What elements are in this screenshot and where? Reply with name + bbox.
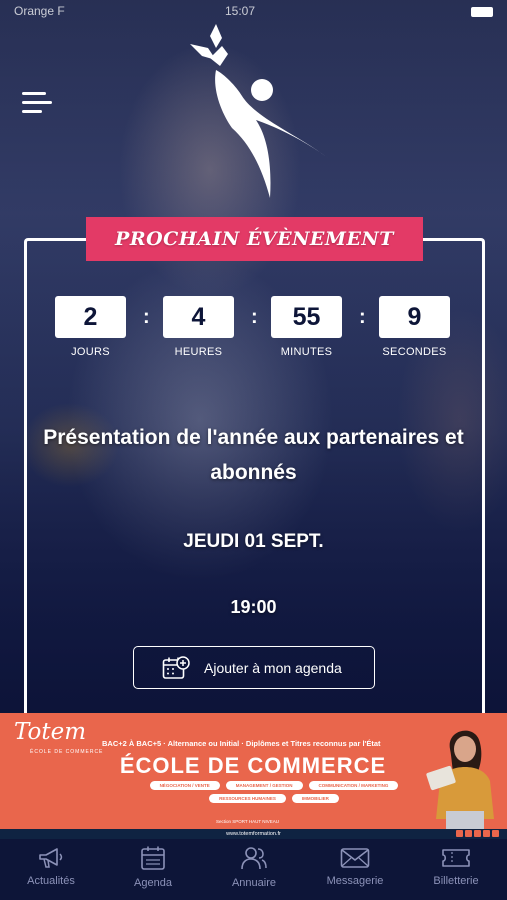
tab-label: Actualités — [27, 875, 75, 887]
instagram-icon — [465, 830, 472, 837]
ad-tag: COMMUNICATION / MARKETING — [308, 781, 399, 790]
ad-location: Section SPORT HAUT NIVEAU — [216, 819, 280, 824]
people-icon — [241, 847, 267, 870]
countdown-hours-label: HEURES — [174, 346, 223, 358]
tab-billetterie[interactable]: Billetterie — [406, 847, 506, 887]
tab-bar: Actualités Agenda Annuaire Messagerie Bi… — [0, 839, 507, 900]
ad-tag: NÉGOCIATION / VENTE — [149, 781, 220, 790]
countdown-separator: : — [143, 306, 150, 328]
countdown-days-value: 2 — [55, 296, 126, 338]
ad-tag: MANAGEMENT / GESTION — [225, 781, 303, 790]
ad-banner[interactable]: Totem ÉCOLE DE COMMERCE BAC+2 À BAC+5 · … — [0, 713, 507, 839]
countdown-minutes-label: MINUTES — [280, 346, 333, 358]
ad-person-illustration — [426, 730, 494, 829]
status-time: 15:07 — [225, 4, 256, 18]
event-title: Présentation de l'année aux partenaires … — [40, 420, 467, 490]
ad-website: www.totemformation.fr — [0, 829, 507, 839]
add-to-agenda-button[interactable]: Ajouter à mon agenda — [133, 646, 375, 689]
tab-annuaire[interactable]: Annuaire — [204, 845, 304, 889]
youtube-icon — [483, 830, 490, 837]
event-date: JEUDI 01 SEPT. — [183, 531, 324, 552]
tab-actualites[interactable]: Actualités — [1, 847, 101, 887]
menu-button[interactable] — [22, 92, 52, 116]
tab-label: Messagerie — [326, 875, 384, 887]
club-logo-icon — [190, 24, 328, 198]
ad-brand: Totem — [14, 719, 87, 745]
event-title-line: abonnés — [210, 461, 297, 484]
countdown-separator: : — [251, 306, 258, 328]
ad-tag: RESSOURCES HUMAINES — [209, 794, 286, 803]
ticket-icon — [442, 849, 470, 867]
countdown-hours-value: 4 — [163, 296, 234, 338]
countdown: 2 JOURS : 4 HEURES : 55 MINUTES : 9 SECO… — [55, 296, 455, 360]
tab-agenda[interactable]: Agenda — [103, 845, 203, 889]
ad-tag: IMMOBILIER — [291, 794, 339, 803]
countdown-minutes-value: 55 — [271, 296, 342, 338]
event-title-line: Présentation de l'année aux partenaires … — [43, 426, 464, 449]
tab-messagerie[interactable]: Messagerie — [305, 847, 405, 887]
envelope-icon — [340, 848, 370, 868]
tab-label: Billetterie — [433, 875, 479, 887]
linkedin-icon — [474, 830, 481, 837]
battery-icon — [471, 7, 493, 17]
hamburger-icon — [22, 92, 46, 95]
countdown-days-label: JOURS — [71, 346, 110, 358]
event-time: 19:00 — [230, 597, 277, 617]
ad-headline: ÉCOLE DE COMMERCE — [119, 753, 387, 778]
countdown-seconds-label: SECONDES — [382, 346, 447, 358]
add-to-agenda-label: Ajouter à mon agenda — [204, 659, 342, 676]
countdown-separator: : — [359, 306, 366, 328]
ad-social-icons — [456, 830, 499, 837]
calendar-add-icon — [162, 655, 190, 679]
facebook-icon — [456, 830, 463, 837]
megaphone-icon — [39, 848, 63, 868]
tab-label: Agenda — [134, 877, 172, 889]
tab-label: Annuaire — [231, 877, 277, 889]
status-carrier: Orange F — [14, 4, 65, 18]
ad-brand-sub: ÉCOLE DE COMMERCE — [30, 749, 104, 755]
ad-tags: NÉGOCIATION / VENTE MANAGEMENT / GESTION… — [134, 781, 414, 803]
ad-tagline: BAC+2 À BAC+5 · Alternance ou Initial · … — [102, 739, 381, 748]
twitter-icon — [492, 830, 499, 837]
event-banner: PROCHAIN ÉVÈNEMENT — [86, 217, 423, 261]
calendar-icon — [141, 846, 165, 870]
countdown-seconds-value: 9 — [379, 296, 450, 338]
